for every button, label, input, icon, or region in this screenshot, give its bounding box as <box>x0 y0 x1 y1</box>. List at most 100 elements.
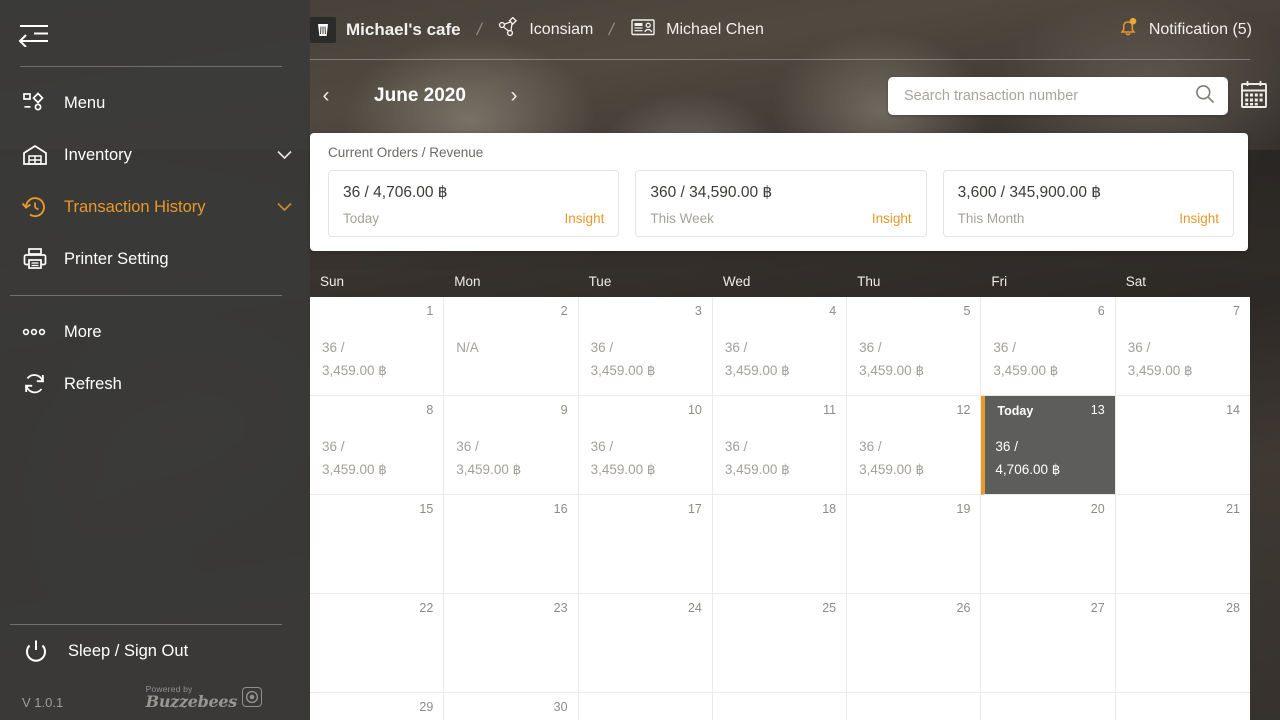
powered-by-badge: Powered by Buzzebees <box>146 684 262 711</box>
day-orders-revenue: 36 / 3,459.00 ฿ <box>993 336 1104 383</box>
stat-value: 360 / 34,590.00 ฿ <box>650 184 773 201</box>
calendar-day-cell[interactable]: 20 <box>981 495 1116 594</box>
day-revenue: 3,459.00 ฿ <box>322 363 387 379</box>
calendar-day-cell[interactable]: 24 <box>578 594 713 693</box>
day-orders-revenue: 36 / 3,459.00 ฿ <box>322 435 433 482</box>
buzzebees-logo-icon <box>242 687 262 708</box>
day-number: 9 <box>560 403 568 417</box>
day-orders: 36 / <box>456 438 479 454</box>
day-number: 30 <box>553 700 568 714</box>
day-orders: 36 / <box>590 339 614 355</box>
next-month-button[interactable]: › <box>500 82 528 110</box>
calendar-day-cell[interactable]: 2 N/A <box>444 297 579 396</box>
day-revenue: 3,459.00 ฿ <box>590 462 656 478</box>
sidebar-item-transaction-history[interactable]: Transaction History <box>0 181 310 233</box>
day-orders: 36 / <box>859 339 882 355</box>
sidebar-item-refresh[interactable]: Refresh <box>0 358 310 410</box>
day-orders-revenue: 36 / 3,459.00 ฿ <box>591 336 702 383</box>
calendar-day-cell[interactable]: 16 <box>444 495 579 594</box>
sidebar-item-label: Menu <box>64 93 106 112</box>
stat-card-this-week[interactable]: 360 / 34,590.00 ฿ This Week Insight <box>635 170 927 237</box>
calendar-day-cell[interactable]: 25 <box>712 594 848 693</box>
calendar-day-today[interactable]: Today 13 36 /4,706.00 ฿ <box>981 396 1116 495</box>
bell-icon <box>1117 16 1139 43</box>
breadcrumb-label: Iconsiam <box>529 20 594 38</box>
sidebar-item-menu[interactable]: Menu <box>0 77 310 129</box>
breadcrumb-item-branch[interactable]: Iconsiam <box>497 16 594 42</box>
chevron-down-icon[interactable] <box>277 198 292 217</box>
calendar-weekday-header: Sun Mon Tue Wed Thu Fri Sat <box>310 265 1250 297</box>
sidebar-nav-secondary: More Refresh <box>0 296 310 410</box>
calendar-day-cell[interactable]: 4 36 / 3,459.00 ฿ <box>712 297 848 396</box>
sidebar-item-inventory[interactable]: Inventory <box>0 129 310 181</box>
weekday-label: Mon <box>454 273 481 289</box>
day-revenue: 3,459.00 ฿ <box>590 363 656 379</box>
calendar-day-cell[interactable]: 18 <box>712 495 848 594</box>
insight-link[interactable]: Insight <box>1179 211 1219 226</box>
prev-month-button[interactable]: ‹ <box>312 82 340 110</box>
notification-button[interactable]: Notification (5) <box>1117 16 1280 43</box>
sidebar-item-label: More <box>64 322 102 341</box>
sleep-sign-out-button[interactable]: Sleep / Sign Out <box>0 625 310 679</box>
calendar-day-cell <box>579 693 713 720</box>
day-orders-revenue: 36 / 3,459.00 ฿ <box>859 336 970 383</box>
calendar-day-cell[interactable]: 22 <box>310 594 445 693</box>
calendar-day-cell[interactable]: 28 <box>1115 594 1250 693</box>
day-orders-revenue: 36 / 4,706.00 ฿ <box>995 435 1104 482</box>
day-number: 8 <box>426 403 434 417</box>
calendar-day-cell[interactable]: 27 <box>981 594 1116 693</box>
stat-period: This Week <box>650 211 714 226</box>
calendar-week-row: 29 30 <box>310 693 1250 720</box>
calendar-day-cell[interactable]: 15 <box>310 495 445 594</box>
summary-card: Current Orders / Revenue 36 / 4,706.00 ฿… <box>310 133 1248 251</box>
calendar-day-cell[interactable]: 11 36 / 3,459.00 ฿ <box>712 396 848 495</box>
day-revenue: 4,706.00 ฿ <box>995 462 1061 478</box>
search-transaction-box[interactable] <box>888 77 1228 115</box>
calendar-day-cell[interactable]: 19 <box>847 495 982 594</box>
breadcrumb-item-store[interactable]: Michael's cafe <box>310 16 461 43</box>
calendar-day-cell[interactable]: 21 <box>1115 495 1250 594</box>
calendar-day-cell[interactable]: 1 36 / 3,459.00 ฿ <box>310 297 445 396</box>
calendar-view-button[interactable] <box>1228 79 1280 114</box>
sidebar-item-more[interactable]: More <box>0 306 310 358</box>
calendar-day-cell[interactable]: 6 36 / 3,459.00 ฿ <box>981 297 1116 396</box>
search-input[interactable] <box>904 88 1194 104</box>
search-icon[interactable] <box>1194 83 1216 110</box>
calendar-day-cell[interactable]: 12 36 / 3,459.00 ฿ <box>847 396 982 495</box>
insight-link[interactable]: Insight <box>872 211 912 226</box>
calendar-day-cell[interactable]: 7 36 / 3,459.00 ฿ <box>1115 297 1250 396</box>
calendar-day-cell[interactable]: 14 <box>1115 396 1250 495</box>
calendar-day-cell[interactable]: 30 <box>444 693 579 720</box>
day-number: 19 <box>956 502 971 516</box>
collapse-sidebar-button[interactable] <box>14 6 74 62</box>
day-number: 16 <box>553 502 568 516</box>
chevron-down-icon[interactable] <box>277 146 292 165</box>
calendar-day-cell[interactable]: 3 36 / 3,459.00 ฿ <box>578 297 713 396</box>
day-number: 6 <box>1097 304 1105 318</box>
calendar-day-cell[interactable]: 29 <box>310 693 445 720</box>
calendar-day-cell[interactable]: 23 <box>444 594 579 693</box>
calendar-day-cell <box>713 693 848 720</box>
calendar-day-cell[interactable]: 9 36 / 3,459.00 ฿ <box>444 396 579 495</box>
day-number: 20 <box>1090 502 1105 516</box>
calendar-day-cell <box>981 693 1116 720</box>
day-orders: 36 / <box>590 438 614 454</box>
calendar-day-cell[interactable]: 10 36 / 3,459.00 ฿ <box>578 396 713 495</box>
insight-link[interactable]: Insight <box>565 211 605 226</box>
breadcrumb-item-user[interactable]: Michael Chen <box>630 17 764 42</box>
stat-card-today[interactable]: 36 / 4,706.00 ฿ Today Insight <box>328 170 620 237</box>
day-number: 25 <box>822 601 837 615</box>
calendar-day-cell[interactable]: 26 <box>847 594 982 693</box>
history-clock-icon <box>22 195 56 219</box>
app-root: Menu Inventory Transaction History Print… <box>0 0 1280 720</box>
menu-grid-icon <box>22 92 56 114</box>
calendar-day-cell[interactable]: 5 36 / 3,459.00 ฿ <box>847 297 982 396</box>
day-orders: N/A <box>456 339 479 355</box>
day-number: 18 <box>822 502 837 516</box>
calendar-day-cell[interactable]: 17 <box>578 495 713 594</box>
day-number: 15 <box>419 502 434 516</box>
stat-card-this-month[interactable]: 3,600 / 345,900.00 ฿ This Month Insight <box>942 170 1234 237</box>
calendar-day-cell[interactable]: 8 36 / 3,459.00 ฿ <box>310 396 445 495</box>
sidebar-item-printer-setting[interactable]: Printer Setting <box>0 233 310 285</box>
